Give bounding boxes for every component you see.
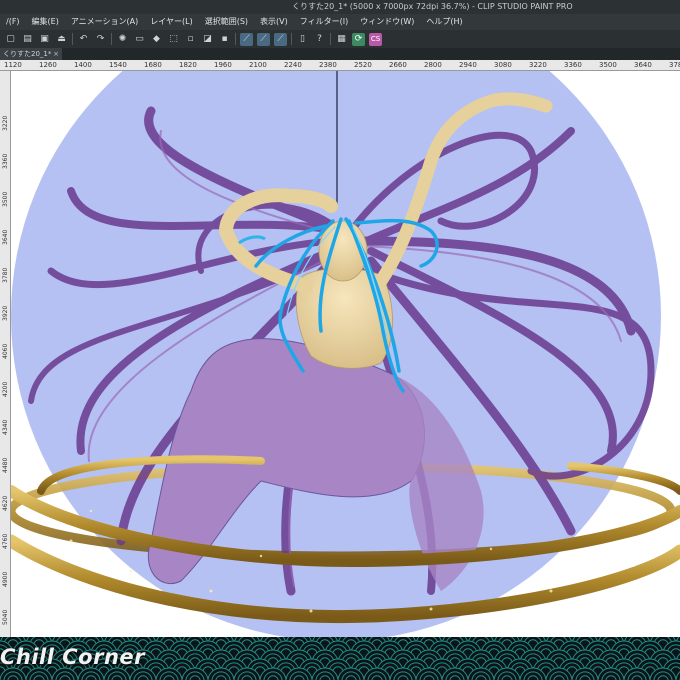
ruler-v-label: 4900 <box>2 571 9 587</box>
ruler-v-label: 4480 <box>2 457 9 473</box>
redo-icon[interactable]: ↷ <box>94 33 107 46</box>
ruler-h-label: 3220 <box>529 61 547 69</box>
special-ruler-snap-icon[interactable]: ⟋ <box>257 32 270 46</box>
undo-icon[interactable]: ↶ <box>77 33 90 46</box>
toolbar-divider <box>235 33 236 45</box>
document-tab[interactable]: くりすた20_1* × <box>0 48 62 60</box>
ruler-v-label: 4200 <box>2 381 9 397</box>
toolbar-divider <box>330 33 331 45</box>
save-icon[interactable]: ▣ <box>38 33 51 46</box>
toolbar-divider <box>72 33 73 45</box>
ruler-h-label: 1960 <box>214 61 232 69</box>
menu-selection[interactable]: 選択範囲(S) <box>199 14 254 30</box>
brand-logo-text: Chill Corner <box>0 645 146 669</box>
footer-banner: Chill Corner <box>0 637 680 680</box>
artwork <box>11 71 680 637</box>
ruler-h-label: 1120 <box>4 61 22 69</box>
ruler-h-label: 1540 <box>109 61 127 69</box>
window-title-bar: くりすた20_1* (5000 x 7000px 72dpi 36.7%) - … <box>0 0 680 14</box>
transform-icon[interactable]: ⬚ <box>167 33 180 46</box>
ruler-h-label: 2660 <box>389 61 407 69</box>
ruler-v-label: 3780 <box>2 267 9 283</box>
ruler-v-label: 4620 <box>2 495 9 511</box>
qr-icon[interactable]: ▦ <box>335 33 348 46</box>
clip-studio-icon[interactable]: CS <box>369 32 382 46</box>
menu-edit[interactable]: 編集(E) <box>26 14 65 30</box>
ruler-v-label: 5040 <box>2 609 9 625</box>
ruler-h-label: 2940 <box>459 61 477 69</box>
horizontal-ruler: 1120 1260 1400 1540 1680 1820 1960 2100 2240 2380… <box>0 60 680 71</box>
ruler-v-label: 3920 <box>2 305 9 321</box>
export-icon[interactable]: ⏏ <box>55 33 68 46</box>
new-file-icon[interactable]: ▢ <box>4 33 17 46</box>
help-icon[interactable]: ? <box>313 33 326 46</box>
grid-snap-icon[interactable]: ⟋ <box>274 32 287 46</box>
ruler-v-label: 3360 <box>2 153 9 169</box>
menu-bar: /(F) 編集(E) アニメーション(A) レイヤー(L) 選択範囲(S) 表示… <box>0 14 680 30</box>
document-tab-label: くりすた20_1* <box>3 50 52 58</box>
menu-view[interactable]: 表示(V) <box>254 14 294 30</box>
invert-icon[interactable]: ◪ <box>201 33 214 46</box>
ruler-h-label: 2800 <box>424 61 442 69</box>
crop-icon[interactable]: ▪ <box>218 33 231 46</box>
ruler-v-label: 3500 <box>2 191 9 207</box>
menu-filter[interactable]: フィルター(I) <box>294 14 354 30</box>
ruler-v-label: 3640 <box>2 229 9 245</box>
document-tab-bar: くりすた20_1* × <box>0 48 680 60</box>
menu-animation[interactable]: アニメーション(A) <box>65 14 144 30</box>
clear-icon[interactable]: ▭ <box>133 33 146 46</box>
ruler-v-label: 3220 <box>2 115 9 131</box>
close-icon[interactable]: × <box>53 48 59 60</box>
vertical-ruler: 3220 3360 3500 3640 3780 3920 4060 4200 4340 4480… <box>0 71 11 637</box>
drawing-canvas[interactable] <box>11 71 680 637</box>
sync-icon[interactable]: ⟳ <box>352 32 365 46</box>
ruler-h-label: 3780 <box>669 61 680 69</box>
fill-icon[interactable]: ◆ <box>150 33 163 46</box>
menu-layer[interactable]: レイヤー(L) <box>144 14 198 30</box>
menu-help[interactable]: ヘルプ(H) <box>420 14 468 30</box>
device-icon[interactable]: ▯ <box>296 33 309 46</box>
ruler-h-label: 3500 <box>599 61 617 69</box>
window-title: くりすた20_1* (5000 x 7000px 72dpi 36.7%) - … <box>292 2 573 11</box>
ruler-h-label: 3640 <box>634 61 652 69</box>
ruler-h-label: 1260 <box>39 61 57 69</box>
ruler-v-label: 4060 <box>2 343 9 359</box>
ruler-h-label: 3080 <box>494 61 512 69</box>
ruler-h-label: 2520 <box>354 61 372 69</box>
ruler-v-label: 4340 <box>2 419 9 435</box>
command-bar: ▢ ▤ ▣ ⏏ ↶ ↷ ✺ ▭ ◆ ⬚ ▫ ◪ ▪ ⟋ ⟋ ⟋ ▯ ? ▦ ⟳ … <box>0 30 680 48</box>
menu-file[interactable]: /(F) <box>0 14 26 30</box>
ruler-h-label: 1400 <box>74 61 92 69</box>
ruler-h-label: 2380 <box>319 61 337 69</box>
ruler-h-label: 2240 <box>284 61 302 69</box>
toolbar-divider <box>111 33 112 45</box>
ruler-h-label: 1680 <box>144 61 162 69</box>
ruler-h-label: 3360 <box>564 61 582 69</box>
toolbar-divider <box>291 33 292 45</box>
menu-window[interactable]: ウィンドウ(W) <box>354 14 420 30</box>
deselect-icon[interactable]: ▫ <box>184 33 197 46</box>
loading-icon[interactable]: ✺ <box>116 33 129 46</box>
ruler-v-label: 4760 <box>2 533 9 549</box>
ruler-snap-icon[interactable]: ⟋ <box>240 32 253 46</box>
ruler-h-label: 2100 <box>249 61 267 69</box>
ruler-h-label: 1820 <box>179 61 197 69</box>
open-file-icon[interactable]: ▤ <box>21 33 34 46</box>
